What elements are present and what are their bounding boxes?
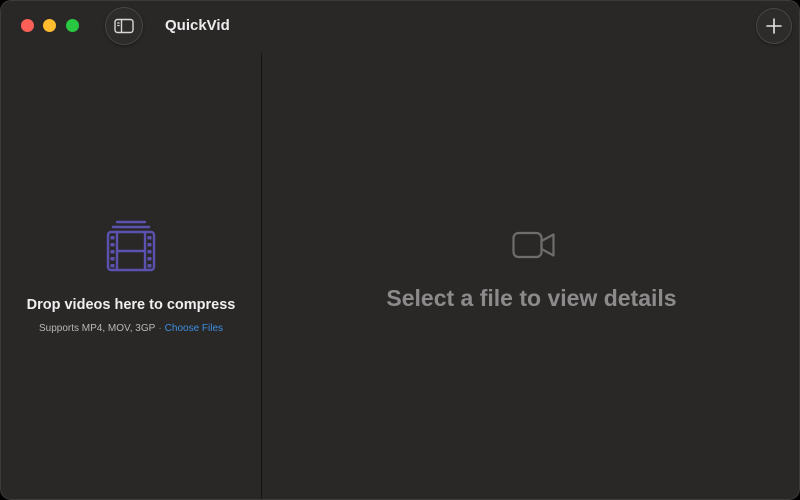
supported-formats-text: Supports MP4, MOV, 3GP	[38, 323, 156, 334]
drop-zone[interactable]: Drop videos here to compress Supports MP…	[1, 53, 261, 499]
title-bar: QuickVid	[1, 1, 799, 53]
choose-files-link[interactable]: Choose Files	[165, 323, 223, 334]
drop-zone-subtitle: Supports MP4, MOV, 3GP · Choose Files	[1, 323, 261, 334]
separator-dot: ·	[158, 323, 162, 334]
app-window: QuickVid Drop videos here to compress Su…	[0, 0, 800, 500]
video-camera-icon	[512, 231, 555, 259]
zoom-window-button[interactable]	[66, 19, 79, 32]
sidebar-toggle-button[interactable]	[105, 7, 143, 45]
window-title: QuickVid	[165, 17, 230, 34]
empty-state-message: Select a file to view details	[386, 285, 677, 311]
film-stack-icon	[106, 220, 156, 272]
sidebar-icon	[114, 18, 134, 34]
drop-zone-title: Drop videos here to compress	[26, 297, 236, 313]
close-window-button[interactable]	[21, 19, 34, 32]
add-button[interactable]	[756, 8, 792, 44]
detail-pane: Select a file to view details	[262, 53, 799, 499]
minimize-window-button[interactable]	[43, 19, 56, 32]
plus-icon	[766, 18, 782, 34]
